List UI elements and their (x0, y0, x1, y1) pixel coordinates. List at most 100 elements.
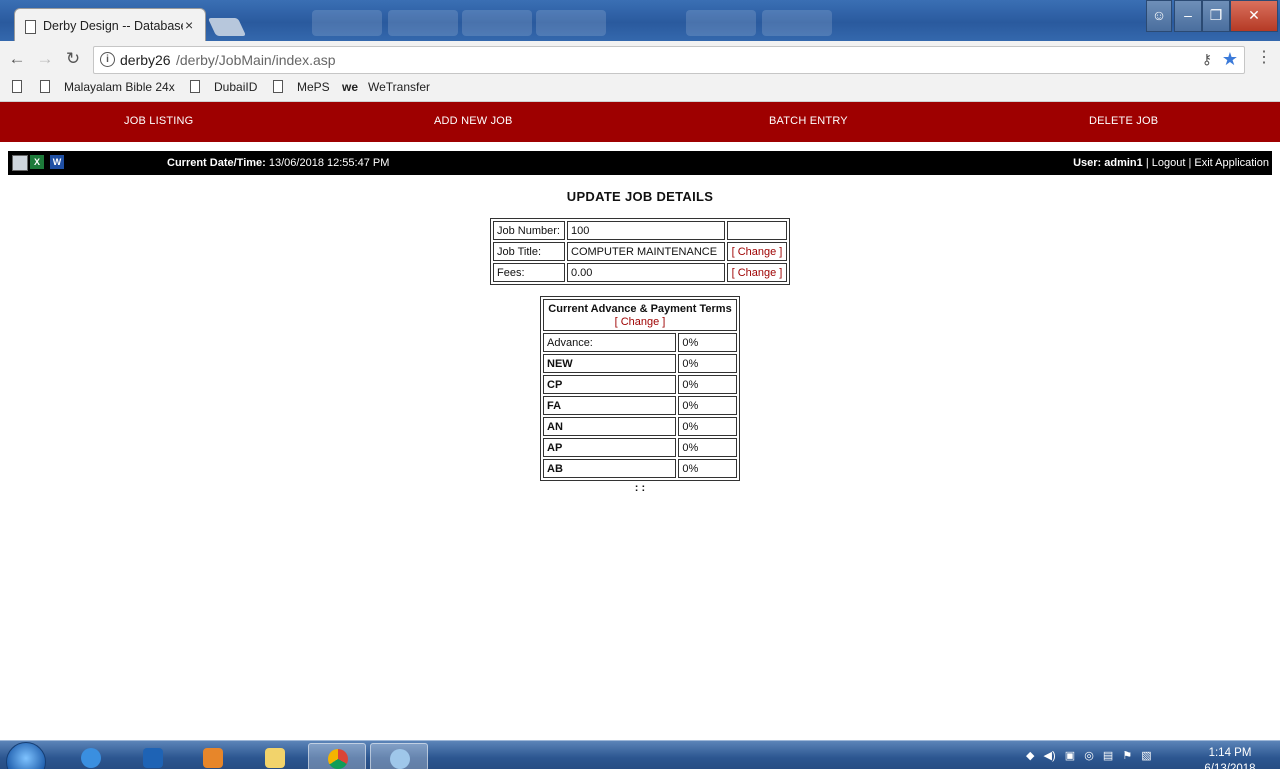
address-row: ← → ↻ i derby26 /derby/JobMain/index.asp… (0, 41, 1280, 77)
table-row: Fees: 0.00 [ Change ] (493, 263, 787, 282)
table-row: AB 0% (543, 459, 737, 478)
datetime-value: 13/06/2018 12:55:47 PM (268, 157, 390, 169)
bookmark-dubaiid[interactable]: DubaiID (190, 80, 257, 94)
empty-action-cell (727, 221, 787, 240)
file-explorer-icon[interactable] (246, 743, 302, 769)
footer-marks: : : (634, 482, 646, 494)
dropbox-icon[interactable]: ◆ (1026, 750, 1034, 762)
term-label: CP (543, 375, 677, 394)
system-tray: ◆ ◀) ▣ ◎ ▤ ⚑ ▧ (1026, 749, 1158, 762)
bookmark-wetransfer[interactable]: we WeTransfer (342, 80, 430, 94)
current-datetime: Current Date/Time: 13/06/2018 12:55:47 P… (167, 157, 389, 169)
browser-titlebar: Derby Design -- Database × ☺ – ❐ ✕ (0, 0, 1280, 41)
job-details-table: Job Number: 100 Job Title: COMPUTER MAIN… (490, 218, 790, 285)
bookmark-malayalam-bible[interactable]: Malayalam Bible 24x (40, 80, 175, 94)
outlook-icon[interactable] (124, 743, 180, 769)
datetime-label: Current Date/Time: (167, 157, 266, 169)
bookmark-star-icon[interactable]: ★ (1222, 49, 1238, 70)
exit-application-link[interactable]: Exit Application (1194, 157, 1269, 169)
paint-icon[interactable] (370, 743, 428, 769)
close-icon[interactable]: ✕ (1230, 0, 1278, 32)
background-window (762, 10, 832, 36)
tab-close-icon[interactable]: × (185, 17, 193, 33)
fees-label: Fees: (493, 263, 565, 282)
bookmark-meps[interactable]: MePS (273, 80, 330, 94)
job-title-label: Job Title: (493, 242, 565, 261)
payment-terms-title: Current Advance & Payment Terms (548, 303, 732, 315)
key-icon[interactable]: ⚷ (1202, 51, 1212, 68)
url-host: derby26 (120, 52, 171, 68)
action-center-flag-icon[interactable]: ⚑ (1122, 750, 1132, 762)
term-label: AP (543, 438, 677, 457)
change-fees-link[interactable]: [ Change ] (727, 263, 787, 282)
table-header-row: Current Advance & Payment Terms [ Change… (543, 299, 737, 331)
user-label: User: (1073, 157, 1102, 169)
job-number-label: Job Number: (493, 221, 565, 240)
job-number-value: 100 (567, 221, 725, 240)
chrome-icon[interactable] (308, 743, 366, 769)
excel-icon[interactable]: X (30, 155, 44, 169)
change-job-title-link[interactable]: [ Change ] (727, 242, 787, 261)
table-row: CP 0% (543, 375, 737, 394)
user-icon[interactable]: ☺ (1146, 0, 1172, 32)
table-row: AN 0% (543, 417, 737, 436)
nav-batch-entry[interactable]: BATCH ENTRY (769, 115, 848, 127)
reload-icon[interactable]: ↻ (63, 49, 83, 69)
back-arrow-icon[interactable]: ← (7, 49, 27, 69)
term-value: 0% (678, 417, 737, 436)
term-value: 0% (678, 396, 737, 415)
separator: | (1145, 157, 1149, 169)
wetransfer-icon: we (342, 80, 359, 94)
term-label: FA (543, 396, 677, 415)
restore-icon[interactable]: ❐ (1202, 0, 1230, 32)
page-icon (25, 20, 36, 34)
internet-explorer-icon[interactable] (62, 743, 118, 769)
table-row: AP 0% (543, 438, 737, 457)
apps-page-icon[interactable] (12, 80, 36, 94)
term-value: 0% (678, 354, 737, 373)
table-row: FA 0% (543, 396, 737, 415)
network-icon[interactable]: ▣ (1065, 750, 1075, 762)
user-name: admin1 (1104, 157, 1143, 169)
start-button[interactable] (6, 742, 46, 769)
payment-terms-header: Current Advance & Payment Terms [ Change… (543, 299, 737, 331)
sync-icon[interactable]: ◎ (1084, 750, 1094, 762)
nav-add-new-job[interactable]: ADD NEW JOB (434, 115, 513, 127)
term-label: AN (543, 417, 677, 436)
volume-icon[interactable]: ◀) (1044, 750, 1056, 762)
logout-link[interactable]: Logout (1152, 157, 1186, 169)
main-nav: JOB LISTING ADD NEW JOB BATCH ENTRY DELE… (0, 102, 1280, 142)
app-tray-icon[interactable]: ▤ (1103, 750, 1113, 762)
background-window (462, 10, 532, 36)
forward-arrow-icon[interactable]: → (35, 49, 55, 69)
page-icon (190, 80, 200, 93)
print-icon[interactable] (12, 155, 28, 171)
word-icon[interactable]: W (50, 155, 64, 169)
term-label: NEW (543, 354, 677, 373)
table-row: Job Title: COMPUTER MAINTENANCE [ Change… (493, 242, 787, 261)
url-path: /derby/JobMain/index.asp (176, 52, 336, 68)
nav-job-listing[interactable]: JOB LISTING (124, 115, 193, 127)
bookmarks-bar: Malayalam Bible 24x DubaiID MePS we WeTra… (0, 77, 1280, 102)
background-window (536, 10, 606, 36)
minimize-icon[interactable]: – (1174, 0, 1202, 32)
site-info-icon[interactable]: i (100, 52, 115, 67)
taskbar: ◆ ◀) ▣ ◎ ▤ ⚑ ▧ 1:14 PM 6/13/2018 (0, 740, 1280, 769)
table-row: Advance: 0% (543, 333, 737, 352)
job-title-value: COMPUTER MAINTENANCE (567, 242, 725, 261)
pdf-tray-icon[interactable]: ▧ (1141, 750, 1151, 762)
background-window (686, 10, 756, 36)
nav-delete-job[interactable]: DELETE JOB (1089, 115, 1158, 127)
term-value: 0% (678, 375, 737, 394)
clock[interactable]: 1:14 PM 6/13/2018 (1200, 745, 1260, 769)
clock-time: 1:14 PM (1208, 747, 1252, 759)
new-tab-button[interactable] (207, 18, 247, 36)
page-icon (273, 80, 283, 93)
menu-kebab-icon[interactable]: ⋮ (1256, 47, 1272, 67)
info-bar: X W Current Date/Time: 13/06/2018 12:55:… (8, 151, 1272, 175)
browser-tab-active[interactable]: Derby Design -- Database × (14, 8, 206, 41)
media-player-icon[interactable] (184, 743, 240, 769)
change-payment-terms-link[interactable]: [ Change ] (547, 316, 733, 329)
term-value: 0% (678, 459, 737, 478)
address-bar[interactable]: i derby26 /derby/JobMain/index.asp ⚷ ★ (93, 46, 1245, 74)
